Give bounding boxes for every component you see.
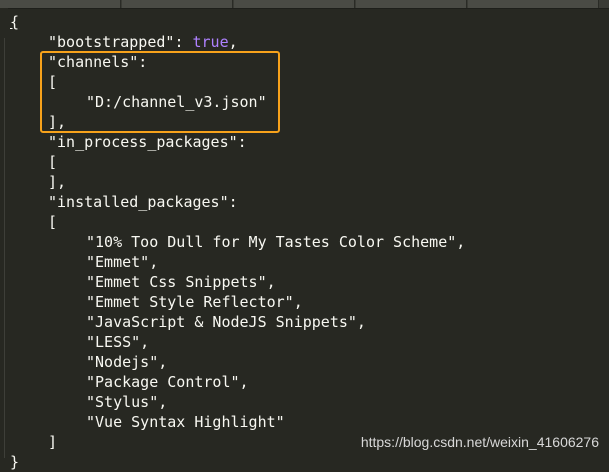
json-string: "LESS", bbox=[86, 333, 150, 351]
json-key: "installed_packages": bbox=[48, 193, 238, 211]
array-open: [ bbox=[48, 153, 58, 171]
package-entry: "Emmet", bbox=[10, 252, 609, 272]
package-entry: "JavaScript & NodeJS Snippets", bbox=[10, 312, 609, 332]
fold-indicator bbox=[4, 38, 5, 458]
array-open: [ bbox=[48, 73, 58, 91]
code-line: "in_process_packages": bbox=[10, 132, 609, 152]
json-string: "D:/channel_v3.json" bbox=[86, 93, 267, 111]
close-brace: } bbox=[10, 453, 20, 471]
open-brace: { bbox=[10, 13, 20, 31]
json-boolean: true bbox=[192, 33, 229, 51]
json-string: "Nodejs", bbox=[86, 353, 168, 371]
json-string: "Package Control", bbox=[86, 373, 249, 391]
code-line: [ bbox=[10, 152, 609, 172]
editor-tab[interactable] bbox=[468, 0, 599, 8]
package-entry: "Nodejs", bbox=[10, 352, 609, 372]
editor-tab[interactable] bbox=[234, 0, 355, 8]
json-key: "channels": bbox=[48, 53, 148, 71]
json-string: "10% Too Dull for My Tastes Color Scheme… bbox=[86, 233, 466, 251]
editor-tab[interactable] bbox=[0, 0, 121, 8]
code-line: } bbox=[10, 452, 609, 472]
json-string: "Vue Syntax Highlight" bbox=[86, 413, 285, 431]
package-entry: "Vue Syntax Highlight" bbox=[10, 412, 609, 432]
json-string: "Stylus", bbox=[86, 393, 168, 411]
package-entry: "Stylus", bbox=[10, 392, 609, 412]
array-open: [ bbox=[48, 213, 58, 231]
package-entry: "Package Control", bbox=[10, 372, 609, 392]
code-line: "bootstrapped": true, bbox=[10, 32, 609, 52]
code-line: "D:/channel_v3.json" bbox=[10, 92, 609, 112]
package-entry: "10% Too Dull for My Tastes Color Scheme… bbox=[10, 232, 609, 252]
watermark: https://blog.csdn.net/weixin_41606276 bbox=[360, 434, 599, 450]
code-line: { bbox=[10, 12, 609, 32]
array-close: ], bbox=[48, 173, 67, 191]
package-entry: "Emmet Style Reflector", bbox=[10, 292, 609, 312]
json-key: "in_process_packages": bbox=[48, 133, 247, 151]
code-line: [ bbox=[10, 212, 609, 232]
array-close: ], bbox=[48, 113, 67, 131]
json-string: "Emmet", bbox=[86, 253, 159, 271]
json-key: "bootstrapped" bbox=[48, 33, 175, 51]
json-comma: , bbox=[228, 33, 238, 51]
editor-gutter bbox=[0, 8, 8, 460]
code-line: ], bbox=[10, 172, 609, 192]
json-separator: : bbox=[174, 33, 193, 51]
array-close: ] bbox=[48, 433, 58, 451]
tab-bar bbox=[0, 0, 609, 9]
code-line: ], bbox=[10, 112, 609, 132]
editor-tab[interactable] bbox=[356, 0, 467, 8]
json-string: "Emmet Style Reflector", bbox=[86, 293, 303, 311]
package-entry: "LESS", bbox=[10, 332, 609, 352]
code-line: [ bbox=[10, 72, 609, 92]
json-string: "Emmet Css Snippets", bbox=[86, 273, 276, 291]
json-string: "JavaScript & NodeJS Snippets", bbox=[86, 313, 366, 331]
code-editor[interactable]: { "bootstrapped": true, "channels": [ "D… bbox=[10, 12, 609, 471]
editor-tab[interactable] bbox=[122, 0, 233, 8]
package-entry: "Emmet Css Snippets", bbox=[10, 272, 609, 292]
code-line: "channels": bbox=[10, 52, 609, 72]
code-line: "installed_packages": bbox=[10, 192, 609, 212]
